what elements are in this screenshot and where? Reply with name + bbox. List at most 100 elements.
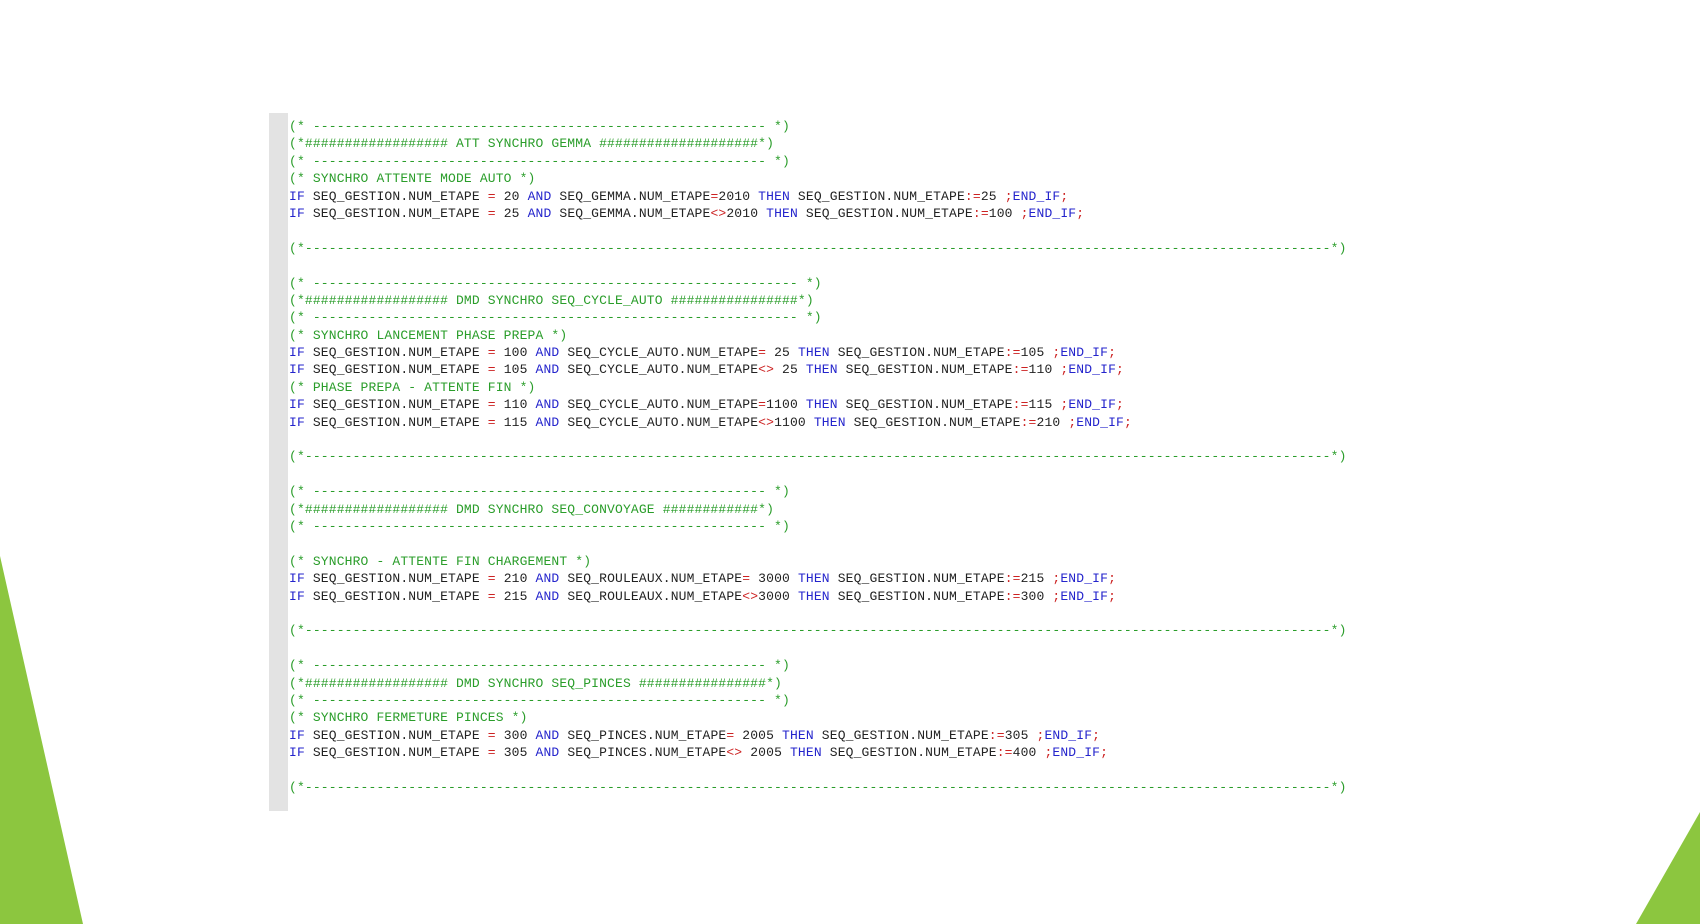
code-text: SEQ_GESTION.NUM_ETAPE	[304, 588, 488, 604]
code-operator: <>	[758, 414, 775, 430]
code-keyword: THEN	[789, 745, 822, 761]
code-text: 300	[495, 727, 536, 743]
code-line: (* SYNCHRO LANCEMENT PHASE PREPA *)	[289, 327, 1347, 344]
code-keyword: AND	[527, 205, 552, 221]
code-keyword: THEN	[766, 205, 798, 221]
code-text: SEQ_GESTION.NUM_ETAPE	[829, 345, 1005, 361]
code-comment: (* -------------------------------------…	[289, 484, 790, 500]
code-line: (* SYNCHRO ATTENTE MODE AUTO *)	[289, 170, 1347, 187]
code-line: (*--------------------------------------…	[289, 448, 1347, 465]
code-text: SEQ_GESTION.NUM_ETAPE	[304, 414, 488, 430]
code-text: 3000	[750, 571, 798, 587]
code-keyword: END_IF	[1012, 188, 1061, 204]
code-line: (* -------------------------------------…	[289, 518, 1347, 535]
code-text: 105	[495, 362, 536, 378]
code-operator: :=	[1012, 362, 1029, 378]
code-operator: =	[487, 745, 496, 761]
code-line: (* -------------------------------------…	[289, 118, 1347, 135]
code-keyword: IF	[289, 571, 305, 587]
code-line: (* -------------------------------------…	[289, 692, 1347, 709]
code-line: IF SEQ_GESTION.NUM_ETAPE = 105 AND SEQ_C…	[289, 361, 1347, 378]
code-keyword: AND	[535, 571, 560, 587]
code-text: SEQ_GESTION.NUM_ETAPE	[304, 727, 488, 743]
code-operator: =	[487, 727, 496, 743]
code-line: (*--------------------------------------…	[289, 779, 1347, 796]
code-text: SEQ_CYCLE_AUTO.NUM_ETAPE	[559, 362, 759, 378]
code-operator: <>	[710, 205, 727, 221]
code-operator: ;	[1108, 571, 1117, 587]
code-operator: =	[758, 345, 767, 361]
code-line: IF SEQ_GESTION.NUM_ETAPE = 300 AND SEQ_P…	[289, 727, 1347, 744]
code-operator: :=	[1004, 588, 1021, 604]
code-operator: <>	[726, 745, 743, 761]
code-comment: (* -------------------------------------…	[289, 692, 790, 708]
code-editor-panel[interactable]: (* -------------------------------------…	[269, 113, 1429, 811]
code-text: 25	[774, 362, 806, 378]
code-operator: <>	[742, 588, 759, 604]
code-text: SEQ_CYCLE_AUTO.NUM_ETAPE	[559, 345, 759, 361]
code-operator: ;	[1060, 188, 1069, 204]
code-text: SEQ_GEMMA.NUM_ETAPE	[551, 188, 711, 204]
code-text: SEQ_ROULEAUX.NUM_ETAPE	[559, 571, 743, 587]
code-line: IF SEQ_GESTION.NUM_ETAPE = 110 AND SEQ_C…	[289, 396, 1347, 413]
code-line: (* PHASE PREPA - ATTENTE FIN *)	[289, 379, 1347, 396]
code-keyword: END_IF	[1060, 345, 1109, 361]
code-operator: ;	[1020, 205, 1029, 221]
code-keyword: IF	[289, 362, 305, 378]
code-keyword: AND	[535, 727, 560, 743]
code-text: SEQ_GESTION.NUM_ETAPE	[304, 362, 488, 378]
code-text: 305	[1004, 727, 1037, 743]
code-comment: (*--------------------------------------…	[289, 449, 1347, 465]
code-lines: (* -------------------------------------…	[289, 118, 1347, 796]
code-comment: (* SYNCHRO - ATTENTE FIN CHARGEMENT *)	[289, 553, 592, 569]
code-text: 25	[766, 345, 798, 361]
code-keyword: THEN	[797, 345, 830, 361]
code-line: IF SEQ_GESTION.NUM_ETAPE = 20 AND SEQ_GE…	[289, 188, 1347, 205]
code-line: IF SEQ_GESTION.NUM_ETAPE = 210 AND SEQ_R…	[289, 570, 1347, 587]
code-line: (*################## DMD SYNCHRO SEQ_CYC…	[289, 292, 1347, 309]
code-operator: :=	[1012, 397, 1029, 413]
code-text: SEQ_PINCES.NUM_ETAPE	[559, 727, 727, 743]
code-text: SEQ_GESTION.NUM_ETAPE	[304, 745, 488, 761]
code-operator: :=	[1004, 345, 1021, 361]
code-keyword: THEN	[782, 727, 814, 743]
code-keyword: IF	[289, 745, 305, 761]
code-text: 400	[1012, 745, 1045, 761]
code-keyword: THEN	[758, 188, 790, 204]
code-text: SEQ_GEMMA.NUM_ETAPE	[551, 205, 711, 221]
code-keyword: IF	[289, 727, 305, 743]
code-operator: ;	[1116, 397, 1124, 413]
code-text: 305	[495, 745, 536, 761]
code-line: (*################## DMD SYNCHRO SEQ_CON…	[289, 501, 1347, 518]
code-operator: ;	[1108, 588, 1117, 604]
code-operator: ;	[1092, 727, 1101, 743]
code-text: SEQ_GESTION.NUM_ETAPE	[829, 571, 1005, 587]
code-text: 115	[495, 414, 536, 430]
code-line: IF SEQ_GESTION.NUM_ETAPE = 100 AND SEQ_C…	[289, 344, 1347, 361]
code-line: IF SEQ_GESTION.NUM_ETAPE = 115 AND SEQ_C…	[289, 414, 1347, 431]
code-text: SEQ_GESTION.NUM_ETAPE	[845, 414, 1021, 430]
code-operator: =	[487, 414, 496, 430]
code-text: SEQ_GESTION.NUM_ETAPE	[789, 188, 965, 204]
code-comment: (* -------------------------------------…	[289, 275, 822, 291]
code-operator: ;	[1004, 188, 1013, 204]
code-text: 300	[1020, 588, 1053, 604]
code-keyword: AND	[535, 397, 560, 413]
code-operator: =	[487, 188, 496, 204]
code-keyword: IF	[289, 205, 305, 221]
code-line: (*################## ATT SYNCHRO GEMMA #…	[289, 135, 1347, 152]
code-text: 215	[1020, 571, 1053, 587]
code-keyword: END_IF	[1068, 362, 1117, 378]
code-text: 110	[1028, 362, 1061, 378]
code-text: SEQ_GESTION.NUM_ETAPE	[304, 397, 488, 413]
code-comment: (* -------------------------------------…	[289, 153, 790, 169]
code-operator: :=	[972, 205, 989, 221]
code-keyword: AND	[535, 362, 560, 378]
code-comment: (*################## ATT SYNCHRO GEMMA #…	[289, 136, 775, 152]
code-keyword: END_IF	[1068, 397, 1117, 413]
